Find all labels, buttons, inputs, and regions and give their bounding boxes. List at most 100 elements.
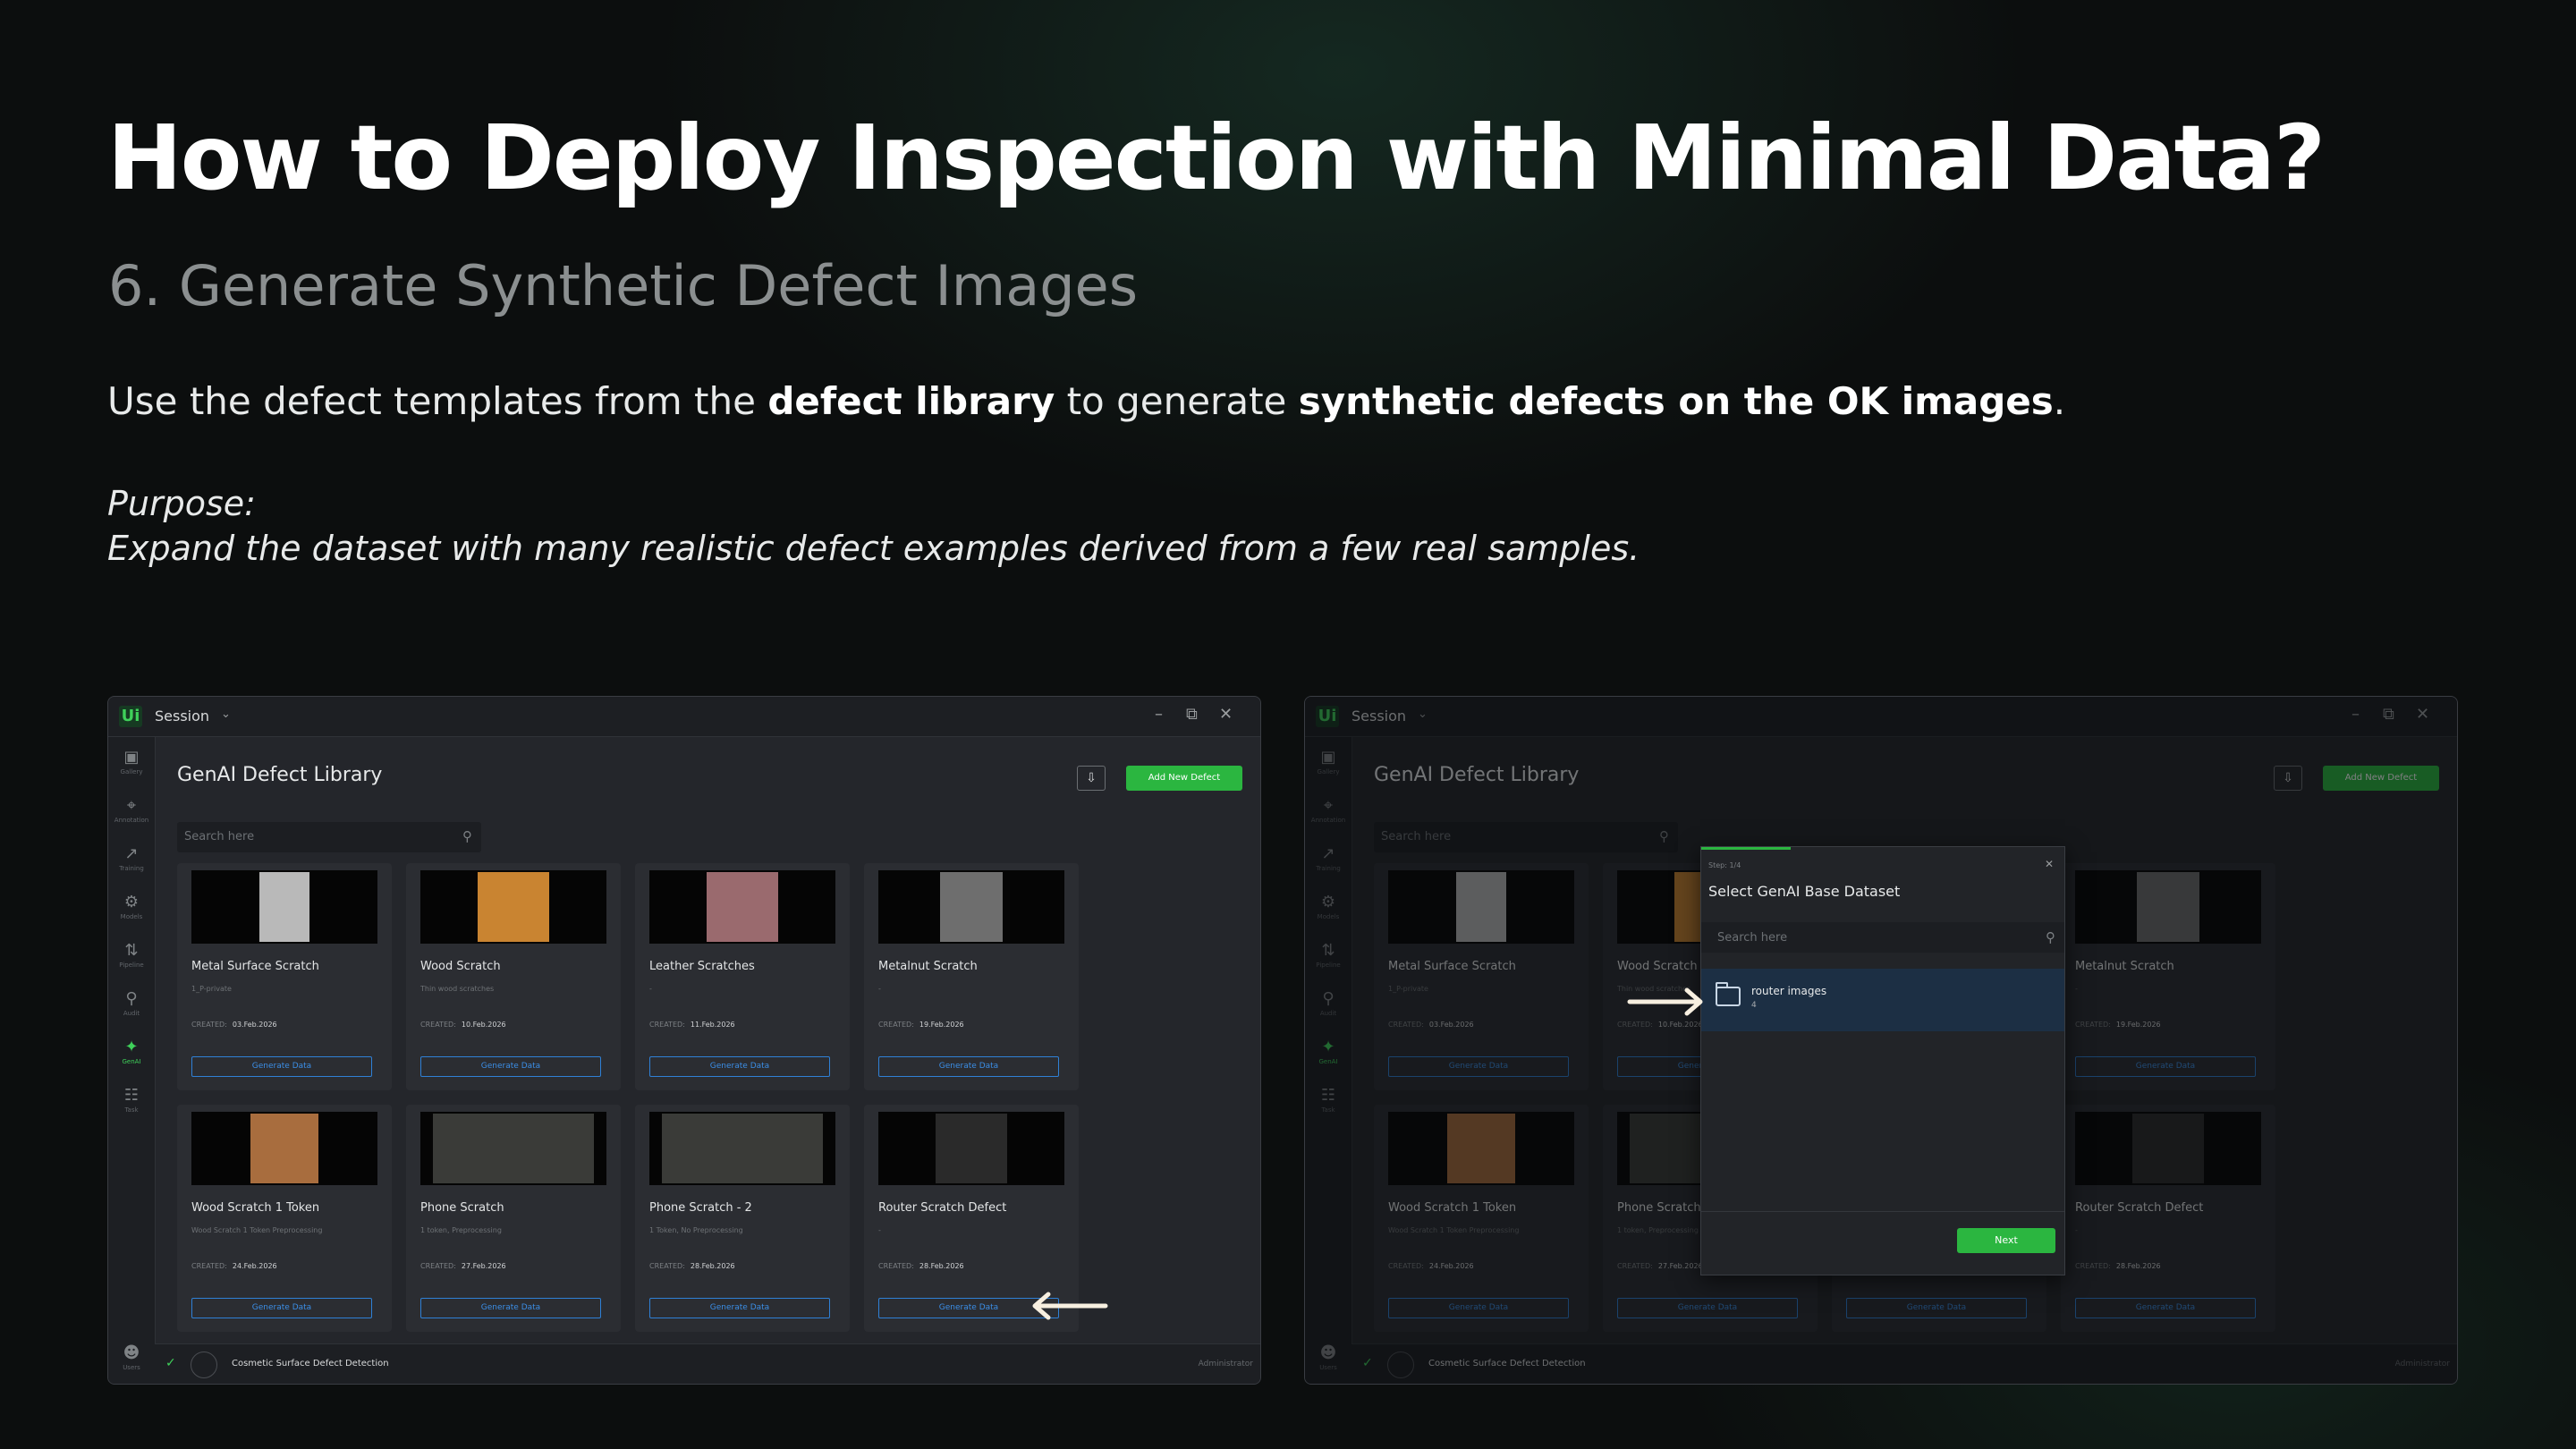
defect-name: Wood Scratch	[420, 960, 501, 973]
defect-card[interactable]: Metal Surface Scratch 1_P-private CREATED:…	[177, 863, 392, 1090]
purpose: Purpose: Expand the dataset with many re…	[107, 481, 1640, 571]
page-title: GenAI Defect Library	[177, 764, 383, 786]
created-date: 03.Feb.2026	[232, 1021, 277, 1029]
purpose-text: Expand the dataset with many realistic d…	[107, 529, 1640, 568]
sidebar-item-audit[interactable]: ⚲ Audit	[108, 989, 155, 1030]
generate-data-button[interactable]: Generate Data	[649, 1298, 830, 1318]
app-logo: Ui	[119, 706, 142, 727]
created-label: CREATED:	[191, 1021, 227, 1029]
title-bar: Ui Session ⌄ – ⧉ ✕	[108, 697, 1260, 737]
folder-icon	[1716, 982, 1741, 1006]
defect-card[interactable]: Leather Scratches - CREATED: 11.Feb.2026 Gen…	[635, 863, 850, 1090]
defect-name: Router Scratch Defect	[878, 1201, 1007, 1215]
defect-name: Metal Surface Scratch	[191, 960, 319, 973]
defect-created: CREATED: 28.Feb.2026	[649, 1262, 735, 1270]
generate-data-button[interactable]: Generate Data	[420, 1056, 601, 1077]
status-bar: ✓ Cosmetic Surface Defect Detection Admini…	[155, 1343, 1260, 1384]
sidebar-rail: ▣Gallery ⌖ Annotation ↗ Training ⚙ Models ⇅ Pipe…	[108, 737, 156, 1384]
gallery-icon: ▣	[123, 748, 140, 767]
avatar[interactable]	[191, 1352, 217, 1378]
defect-card[interactable]: Metalnut Scratch - CREATED: 19.Feb.2026 Gene…	[864, 863, 1079, 1090]
defect-name: Phone Scratch - 2	[649, 1201, 752, 1215]
defect-name: Leather Scratches	[649, 960, 755, 973]
defect-thumbnail	[649, 1112, 835, 1185]
defect-name: Phone Scratch	[420, 1201, 504, 1215]
created-label: CREATED:	[878, 1262, 914, 1270]
body-bold-library: defect library	[767, 379, 1055, 423]
body-bold-synthetic: synthetic defects on the OK images	[1298, 379, 2054, 423]
dataset-name: router images	[1751, 985, 1827, 997]
defect-description: 1_P-private	[191, 985, 232, 993]
arrow-right-icon	[1627, 987, 1703, 1016]
session-menu[interactable]: Session	[155, 708, 209, 724]
sidebar-item-label: GenAI	[122, 1058, 141, 1065]
user-role: Administrator	[1198, 1360, 1253, 1368]
defect-description: Wood Scratch 1 Token Preprocessing	[191, 1226, 323, 1234]
created-label: CREATED:	[420, 1021, 456, 1029]
dataset-count: 4	[1751, 1001, 1757, 1010]
add-new-defect-button[interactable]: Add New Defect	[1126, 766, 1242, 791]
sidebar-item-users[interactable]: ☻ Users	[108, 1343, 155, 1384]
dataset-search-input[interactable]: Search here ⚲	[1701, 922, 2064, 953]
created-label: CREATED:	[878, 1021, 914, 1029]
defect-name: Wood Scratch 1 Token	[191, 1201, 320, 1215]
generate-data-button[interactable]: Generate Data	[878, 1056, 1059, 1077]
sidebar-item-models[interactable]: ⚙ Models	[108, 893, 155, 934]
search-placeholder: Search here	[184, 830, 255, 843]
project-label: Cosmetic Surface Defect Detection	[232, 1359, 389, 1368]
generate-data-button[interactable]: Generate Data	[649, 1056, 830, 1077]
created-date: 27.Feb.2026	[461, 1262, 506, 1270]
next-button[interactable]: Next	[1957, 1228, 2055, 1253]
sidebar-item-pipeline[interactable]: ⇅ Pipeline	[108, 941, 155, 982]
generate-data-button[interactable]: Generate Data	[191, 1056, 372, 1077]
app-window-dataset-dialog: UiSession⌄–⧉✕▣Gallery⌖Annotation↗Trainin…	[1304, 696, 2458, 1385]
defect-created: CREATED: 11.Feb.2026	[649, 1021, 735, 1029]
sidebar-item-label: Gallery	[120, 768, 143, 775]
defect-card[interactable]: Wood Scratch Thin wood scratches CREATED: 1…	[406, 863, 621, 1090]
defect-created: CREATED: 28.Feb.2026	[878, 1262, 964, 1270]
chevron-down-icon[interactable]: ⌄	[221, 708, 231, 721]
defect-thumbnail	[191, 870, 377, 944]
close-icon[interactable]: ✕	[2045, 858, 2054, 870]
sidebar-item-task[interactable]: ☷Task	[108, 1086, 155, 1127]
created-date: 19.Feb.2026	[919, 1021, 964, 1029]
restore-icon[interactable]: ⧉	[1186, 705, 1198, 724]
defect-name: Metalnut Scratch	[878, 960, 978, 973]
download-icon[interactable]: ⇩	[1077, 766, 1106, 791]
dialog-footer: Next	[1701, 1211, 2064, 1275]
body-suffix: .	[2053, 379, 2066, 423]
body-prefix: Use the defect templates from the	[107, 379, 768, 423]
defect-description: 1 token, Preprocessing	[420, 1226, 502, 1234]
defect-created: CREATED: 27.Feb.2026	[420, 1262, 506, 1270]
slide-subtitle: 6. Generate Synthetic Defect Images	[108, 253, 1138, 318]
sidebar-item-training[interactable]: ↗ Training	[108, 844, 155, 886]
defect-created: CREATED: 19.Feb.2026	[878, 1021, 964, 1029]
created-label: CREATED:	[649, 1021, 685, 1029]
defect-created: CREATED: 24.Feb.2026	[191, 1262, 277, 1270]
sidebar-item-label: Annotation	[114, 817, 149, 824]
defect-thumbnail	[420, 870, 606, 944]
sidebar-item-gallery[interactable]: ▣Gallery	[108, 748, 155, 789]
sidebar-item-genai[interactable]: ✦ GenAI	[108, 1038, 155, 1079]
search-input[interactable]: Search here ⚲	[177, 822, 481, 852]
created-date: 28.Feb.2026	[919, 1262, 964, 1270]
defect-card[interactable]: Wood Scratch 1 Token Wood Scratch 1 Token…	[177, 1105, 392, 1332]
sidebar-item-label: Users	[123, 1364, 140, 1371]
defect-thumbnail	[878, 870, 1064, 944]
defect-description: -	[878, 985, 881, 993]
check-icon: ✓	[165, 1356, 176, 1370]
wand-icon: ✦	[124, 1038, 139, 1056]
slide-title: How to Deploy Inspection with Minimal Da…	[107, 106, 2326, 210]
sidebar-item-annotation[interactable]: ⌖ Annotation	[108, 796, 155, 837]
defect-card[interactable]: Phone Scratch - 2 1 Token, No Preprocessi…	[635, 1105, 850, 1332]
dataset-list-item[interactable]: router images 4	[1701, 969, 2064, 1031]
generate-data-button[interactable]: Generate Data	[191, 1298, 372, 1318]
app-window-library: Ui Session ⌄ – ⧉ ✕ ▣ Gallery ⌖ Annotation ↗ Trainin…	[107, 696, 1261, 1385]
sidebar-item-label: Pipeline	[119, 962, 144, 969]
minimize-icon[interactable]: –	[1155, 705, 1163, 724]
close-icon[interactable]: ✕	[1219, 705, 1233, 724]
created-date: 28.Feb.2026	[690, 1262, 735, 1270]
generate-data-button[interactable]: Generate Data	[420, 1298, 601, 1318]
created-date: 10.Feb.2026	[461, 1021, 506, 1029]
defect-card[interactable]: Phone Scratch 1 token, Preprocessing CREAT…	[406, 1105, 621, 1332]
